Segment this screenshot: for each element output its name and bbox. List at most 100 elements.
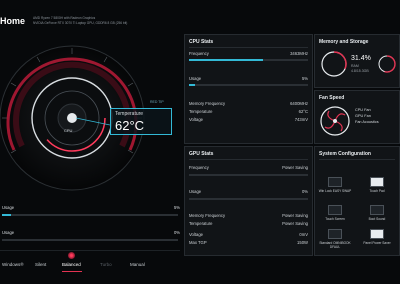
- power-saver-icon: [370, 229, 384, 239]
- ram-gauge: [321, 51, 347, 77]
- mode-turbo[interactable]: Turbo: [100, 262, 112, 267]
- cpu-usage-row-value: 5%: [301, 76, 308, 81]
- sys-item-standard[interactable]: Standard OMNIBOOK DFAUL: [317, 229, 353, 249]
- cpu-usage-value: 5%: [173, 205, 180, 210]
- ram-percent: 31.4%: [351, 55, 371, 62]
- cpu-usage-row: Usage 5%: [189, 76, 308, 81]
- gpu-max-tgp-row: Max TGP 150W: [189, 240, 308, 245]
- cpu-temperature-label: Temperature: [189, 109, 213, 114]
- gpu-max-tgp-value: 150W: [297, 240, 308, 245]
- memory-storage-title: Memory and Storage: [319, 39, 369, 45]
- cpu-stats-panel: CPU Stats Frequency 3463MHz Usage 5% Mem…: [184, 34, 313, 144]
- ram-detail: 4.8/15.3GB: [351, 69, 369, 73]
- fan-speed-panel: Fan Speed CPU Fan GPU Fan Fan Acoustics: [314, 90, 400, 144]
- storage-gauge: [378, 55, 396, 73]
- gpu-fan-label[interactable]: GPU Fan: [355, 114, 371, 118]
- gpu-frequency-row: Frequency Power Saving: [189, 165, 308, 170]
- mode-manual[interactable]: Manual: [130, 262, 145, 267]
- gpu-voltage-row: Voltage 0mV: [189, 232, 308, 237]
- cpu-voltage-value: 743mV: [294, 117, 308, 122]
- operating-mode-bar: [0, 250, 180, 273]
- gpu-frequency-bar: [189, 174, 308, 176]
- cpu-usage-row-label: Usage: [189, 76, 202, 81]
- sys-item-label: Touch Screen: [325, 217, 345, 221]
- cpu-frequency-fill: [189, 59, 263, 61]
- cpu-frequency-label: Frequency: [189, 51, 209, 56]
- cpu-temperature-row: Temperature 62°C: [189, 109, 308, 114]
- sys-item-touchpad[interactable]: Touch Pad: [359, 177, 395, 193]
- sys-item-label: Touch Pad: [369, 189, 385, 193]
- sys-item-label: Standard OMNIBOOK DFAUL: [319, 241, 351, 249]
- sys-item-winlock[interactable]: Win Lock EASY SWAP: [317, 177, 353, 193]
- gpu-voltage-value: 0mV: [299, 232, 308, 237]
- gpu-usage-bar: [189, 198, 308, 200]
- cpu-usage-fill: [2, 214, 11, 216]
- display-icon: [328, 229, 342, 239]
- gpu-frequency-value: Power Saving: [282, 165, 308, 170]
- mode-balanced[interactable]: Balanced: [62, 262, 81, 267]
- sys-item-label: Panel Power Saver: [363, 241, 391, 245]
- cpu-stats-title: CPU Stats: [189, 39, 214, 45]
- sys-item-label: Win Lock EASY SWAP: [318, 189, 352, 193]
- divider: [319, 159, 395, 160]
- cpu-memory-frequency-row: Memory Frequency 6400MHz: [189, 101, 308, 106]
- mode-windows[interactable]: Windows®: [2, 262, 24, 267]
- cpu-memory-frequency-label: Memory Frequency: [189, 101, 226, 106]
- gpu-temperature-row: Temperature Power Saving: [189, 221, 308, 226]
- sys-item-panel-power-saver[interactable]: Panel Power Saver: [359, 229, 395, 245]
- temp-tag: RED TIP: [150, 100, 164, 104]
- gpu-frequency-label: Frequency: [189, 165, 209, 170]
- cpu-voltage-row: Voltage 743mV: [189, 117, 308, 122]
- temperature-value: 62°C: [115, 118, 145, 133]
- cpu-model-text: AMD Ryzen 7 5800H with Radeon Graphics: [33, 16, 96, 20]
- cpu-usage-label: Usage: [2, 205, 15, 210]
- gpu-memory-frequency-value: Power Saving: [282, 213, 308, 218]
- mode-silent[interactable]: Silent: [35, 262, 46, 267]
- temperature-readout: Temperature 62°C: [110, 108, 172, 135]
- page-title: Home: [0, 16, 26, 26]
- cpu-usage-bar-fill: [189, 84, 195, 86]
- sys-item-bootsound[interactable]: Boot Sound: [359, 205, 395, 221]
- balanced-mode-icon: [68, 252, 75, 259]
- gpu-usage-row: Usage 0%: [189, 189, 308, 194]
- gpu-memory-frequency-row: Memory Frequency Power Saving: [189, 213, 308, 218]
- fan-icon: [320, 106, 350, 136]
- cpu-usage-bar: [189, 84, 308, 86]
- cpu-voltage-label: Voltage: [189, 117, 203, 122]
- fan-acoustics-label[interactable]: Fan Acoustics: [355, 120, 379, 124]
- system-configuration-title: System Configuration: [319, 151, 371, 157]
- gpu-voltage-label: Voltage: [189, 232, 203, 237]
- gpu-usage-track: [2, 239, 178, 241]
- gpu-temperature-label: Temperature: [189, 221, 213, 226]
- gpu-usage-value: 0%: [173, 230, 180, 235]
- gpu-usage-value: 0%: [301, 189, 308, 194]
- cpu-frequency-value: 3463MHz: [290, 51, 308, 56]
- ram-label: RAM: [351, 64, 359, 68]
- temperature-label: Temperature: [115, 111, 144, 117]
- fan-speed-title: Fan Speed: [319, 95, 345, 101]
- sys-item-label: Boot Sound: [368, 217, 386, 221]
- touchscreen-icon: [328, 205, 342, 215]
- memory-storage-panel: Memory and Storage 31.4% RAM 4.8/15.3GB: [314, 34, 400, 88]
- gpu-max-tgp-label: Max TGP: [189, 240, 207, 245]
- cpu-frequency-row: Frequency 3463MHz: [189, 51, 308, 56]
- cpu-fan-label[interactable]: CPU Fan: [355, 108, 371, 112]
- divider: [189, 47, 308, 48]
- dial-cpu-label: CPU: [64, 128, 73, 133]
- gpu-stats-panel: GPU Stats Frequency Power Saving Usage 0…: [184, 146, 313, 256]
- cpu-usage-track: [2, 214, 178, 216]
- gpu-usage-label: Usage: [189, 189, 202, 194]
- gpu-usage-label: Usage: [2, 230, 15, 235]
- system-configuration-panel: System Configuration Win Lock EASY SWAP …: [314, 146, 400, 256]
- keyboard-icon: [328, 177, 342, 187]
- sys-item-touchscreen[interactable]: Touch Screen: [317, 205, 353, 221]
- cpu-memory-frequency-value: 6400MHz: [290, 101, 308, 106]
- gpu-model-text: NVIDIA GeForce RTX 3070 Ti Laptop GPU, G…: [33, 21, 128, 25]
- gpu-memory-frequency-label: Memory Frequency: [189, 213, 226, 218]
- speaker-icon: [370, 205, 384, 215]
- gpu-temperature-value: Power Saving: [282, 221, 308, 226]
- cpu-frequency-bar: [189, 59, 308, 61]
- selected-mode-indicator: [62, 271, 82, 272]
- divider: [189, 159, 308, 160]
- gpu-stats-title: GPU Stats: [189, 151, 214, 157]
